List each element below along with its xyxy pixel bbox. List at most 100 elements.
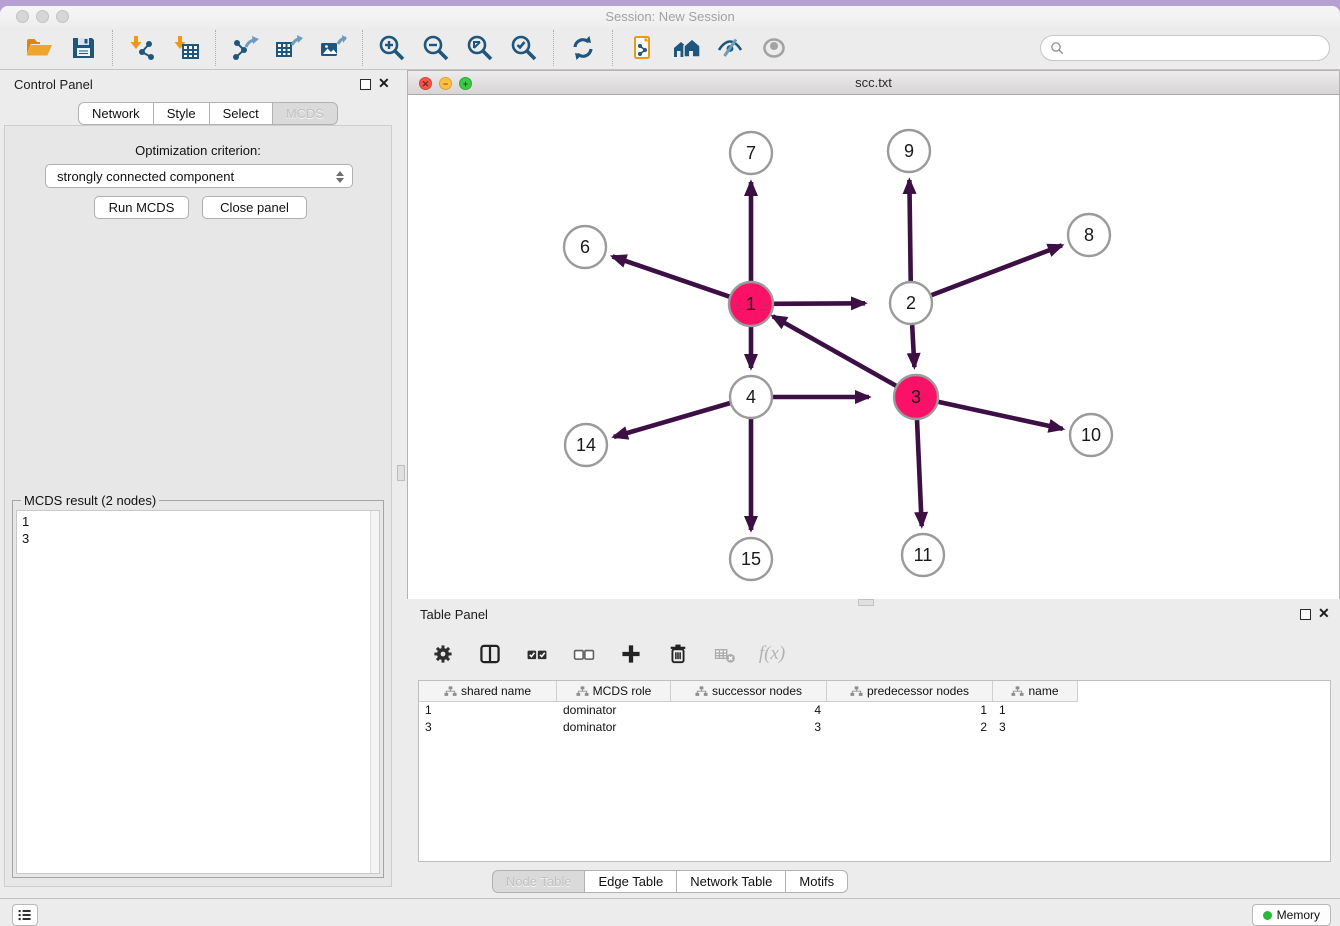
column-header-successor-nodes[interactable]: successor nodes (671, 681, 827, 701)
tab-edge-table[interactable]: Edge Table (585, 870, 677, 893)
table-header-row: shared nameMCDS rolesuccessor nodesprede… (419, 681, 1078, 702)
splitter-grip[interactable] (397, 465, 405, 481)
mcds-panel: Optimization criterion: strongly connect… (4, 125, 392, 887)
table-row[interactable]: 3dominator323 (419, 719, 1330, 736)
tab-motifs[interactable]: Motifs (786, 870, 848, 893)
columns-icon[interactable] (475, 639, 505, 669)
trash-icon[interactable] (663, 639, 693, 669)
zoom-out-icon[interactable] (421, 33, 451, 63)
search-icon (1050, 41, 1065, 56)
export-image-icon[interactable] (318, 33, 348, 63)
edge-4-14[interactable] (614, 403, 730, 437)
close-panel-button[interactable]: Close panel (202, 196, 307, 219)
edge-2-8[interactable] (932, 245, 1062, 295)
refresh-icon[interactable] (568, 33, 598, 63)
node-label-3: 3 (911, 387, 921, 407)
main-toolbar (0, 27, 1340, 70)
status-bar: Memory (0, 898, 1340, 926)
edge-3-11[interactable] (917, 420, 922, 526)
mcds-result-list[interactable]: 13 (16, 510, 380, 874)
visibility-off-icon[interactable] (715, 33, 745, 63)
mcds-result-item[interactable]: 3 (22, 530, 379, 547)
table-cell[interactable]: 3 (671, 719, 827, 736)
table-cell[interactable]: 1 (993, 702, 1078, 719)
table-cell[interactable]: 3 (419, 719, 557, 736)
scrollbar[interactable] (370, 511, 379, 873)
table-cell[interactable]: 1 (827, 702, 993, 719)
table-cell[interactable]: 1 (419, 702, 557, 719)
table-cell[interactable]: 3 (993, 719, 1078, 736)
column-header-predecessor-nodes[interactable]: predecessor nodes (827, 681, 993, 701)
eye-disabled-icon (759, 33, 789, 63)
network-title: scc.txt (408, 75, 1339, 90)
node-label-7: 7 (746, 143, 756, 163)
column-header-name[interactable]: name (993, 681, 1078, 701)
edge-2-3[interactable] (912, 325, 914, 367)
node-label-1: 1 (746, 294, 756, 314)
control-panel-tabs: NetworkStyleSelectMCDS (78, 102, 338, 125)
home-icon[interactable] (671, 33, 701, 63)
tab-select[interactable]: Select (210, 102, 273, 125)
add-icon[interactable] (616, 639, 646, 669)
zoom-in-icon[interactable] (377, 33, 407, 63)
mcds-result-item[interactable]: 1 (22, 513, 379, 530)
tab-node-table[interactable]: Node Table (492, 870, 586, 893)
open-folder-icon[interactable] (24, 33, 54, 63)
memory-label: Memory (1277, 908, 1320, 922)
toolbar-group (216, 33, 362, 63)
table-cell[interactable]: 2 (827, 719, 993, 736)
zoom-fit-icon[interactable] (465, 33, 495, 63)
table-row[interactable]: 1dominator411 (419, 702, 1330, 719)
column-header-MCDS-role[interactable]: MCDS role (557, 681, 671, 701)
column-header-shared-name[interactable]: shared name (419, 681, 557, 701)
table-panel-title: Table Panel (420, 607, 488, 622)
memory-status-icon (1263, 911, 1272, 920)
task-history-button[interactable] (12, 904, 38, 926)
edge-2-9[interactable] (909, 180, 910, 281)
tab-mcds[interactable]: MCDS (273, 102, 338, 125)
deselect-all-icon[interactable] (569, 639, 599, 669)
close-panel-icon[interactable]: ✕ (378, 75, 390, 92)
edge-3-1[interactable] (773, 316, 896, 385)
zoom-selected-icon[interactable] (509, 33, 539, 63)
node-label-9: 9 (904, 141, 914, 161)
tab-network[interactable]: Network (78, 102, 154, 125)
export-table-icon[interactable] (274, 33, 304, 63)
toolbar-group (10, 33, 112, 63)
save-icon[interactable] (68, 33, 98, 63)
table-cell[interactable]: dominator (557, 719, 671, 736)
application-window: Session: New Session Control Panel ✕ Net… (0, 6, 1340, 926)
export-network-icon[interactable] (230, 33, 260, 63)
criterion-dropdown[interactable]: strongly connected component (45, 164, 353, 188)
vertical-splitter[interactable] (395, 70, 407, 599)
tab-style[interactable]: Style (154, 102, 210, 125)
gear-icon[interactable] (428, 639, 458, 669)
select-all-icon[interactable] (522, 639, 552, 669)
node-label-6: 6 (580, 237, 590, 257)
import-table-icon[interactable] (171, 33, 201, 63)
node-label-8: 8 (1084, 225, 1094, 245)
mcds-result-title: MCDS result (2 nodes) (21, 493, 159, 508)
tab-network-table[interactable]: Network Table (677, 870, 786, 893)
run-mcds-button[interactable]: Run MCDS (94, 196, 189, 219)
close-table-panel-icon[interactable]: ✕ (1318, 605, 1330, 622)
table-toolbar: f(x) (415, 636, 787, 672)
function-icon: f(x) (759, 643, 785, 665)
edge-3-10[interactable] (938, 402, 1062, 429)
float-table-panel-icon[interactable] (1300, 609, 1311, 620)
delete-table-icon (710, 639, 740, 669)
table-cell[interactable]: dominator (557, 702, 671, 719)
search-input[interactable] (1069, 41, 1320, 56)
network-window-titlebar[interactable]: ✕ − + scc.txt (408, 71, 1339, 95)
network-canvas[interactable]: 1234678910111415 (408, 95, 1339, 599)
list-icon (17, 907, 33, 923)
search-box[interactable] (1040, 35, 1330, 61)
table-cell[interactable]: 4 (671, 702, 827, 719)
memory-button[interactable]: Memory (1252, 904, 1331, 926)
edge-1-6[interactable] (612, 256, 729, 296)
import-network-icon[interactable] (127, 33, 157, 63)
network-from-selection-icon[interactable] (627, 33, 657, 63)
edge-1-2[interactable] (774, 303, 865, 304)
float-panel-icon[interactable] (360, 79, 371, 90)
optimization-criterion-label: Optimization criterion: (5, 143, 391, 158)
